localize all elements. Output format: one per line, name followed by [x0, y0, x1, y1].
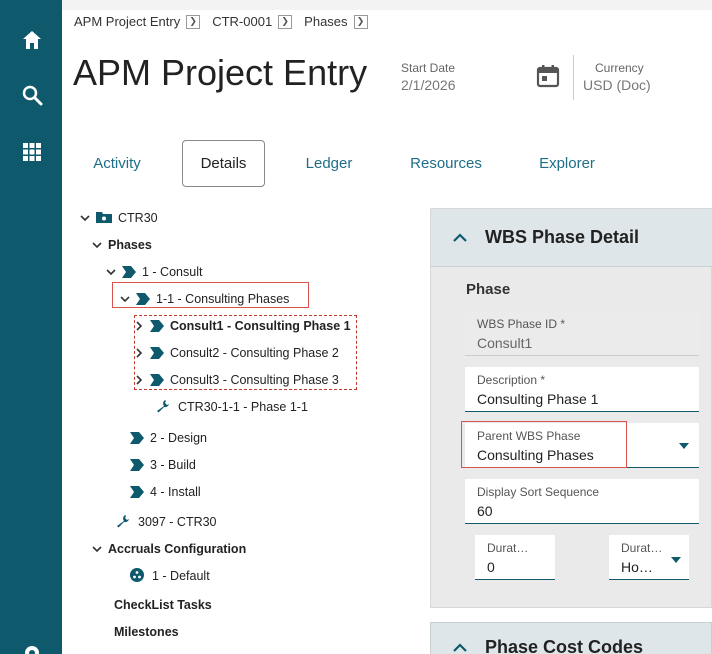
- field-label: Durat…: [487, 541, 529, 555]
- home-icon[interactable]: [19, 27, 45, 53]
- tree-label: 2 - Design: [150, 431, 207, 445]
- field-value: Consulting Phase 1: [477, 391, 599, 407]
- description-field[interactable]: Description * Consulting Phase 1: [465, 367, 699, 412]
- detail-panel-title: WBS Phase Detail: [485, 227, 640, 247]
- chevron-down-icon[interactable]: [104, 268, 118, 276]
- currency-value: USD (Doc): [583, 77, 651, 93]
- tree-node-phases[interactable]: Phases: [90, 235, 152, 255]
- dropdown-caret-icon[interactable]: [679, 443, 689, 449]
- tree-label: 3097 - CTR30: [138, 515, 217, 529]
- breadcrumb-item[interactable]: Phases ❯: [304, 14, 368, 29]
- tree-label: CheckList Tasks: [114, 598, 212, 612]
- tab-resources[interactable]: Resources: [398, 140, 494, 187]
- wbs-phase-id-field: WBS Phase ID * Consult1: [465, 311, 699, 356]
- duration-field[interactable]: Durat… 0: [475, 535, 555, 580]
- field-label: Description *: [477, 373, 546, 387]
- tree-node-install[interactable]: 4 - Install: [130, 482, 201, 502]
- tree-node-design[interactable]: 2 - Design: [130, 428, 207, 448]
- tab-details[interactable]: Details: [182, 140, 265, 187]
- field-value: Consult1: [477, 335, 533, 351]
- tree-label: 1 - Default: [152, 569, 210, 583]
- field-label: Durat…: [621, 541, 663, 555]
- tree-label: 4 - Install: [150, 485, 201, 499]
- chevron-up-icon[interactable]: [453, 642, 467, 652]
- tree-node-default[interactable]: 1 - Default: [130, 566, 210, 586]
- tree-node-milestones[interactable]: Milestones: [114, 622, 179, 642]
- window-top-edge: [0, 0, 712, 10]
- calendar-icon[interactable]: [535, 63, 561, 89]
- tab-ledger[interactable]: Ledger: [294, 140, 364, 187]
- highlight-box: [461, 421, 627, 468]
- detail-panel-header[interactable]: WBS Phase Detail: [431, 209, 712, 267]
- highlight-dashed-box: [134, 315, 357, 390]
- field-label: WBS Phase ID *: [477, 317, 566, 331]
- tree-node-build[interactable]: 3 - Build: [130, 455, 196, 475]
- tree-node-checklist[interactable]: CheckList Tasks: [114, 595, 212, 615]
- tree-label: 3 - Build: [150, 458, 196, 472]
- cost-codes-title: Phase Cost Codes: [485, 636, 644, 654]
- page-title: APM Project Entry: [73, 52, 368, 93]
- phase-tag-icon: [130, 459, 144, 471]
- field-value: 60: [477, 503, 493, 519]
- tree-label: CTR30: [118, 211, 158, 225]
- tree-node-resource[interactable]: 3097 - CTR30: [116, 512, 217, 532]
- navigation-rail: [0, 0, 62, 654]
- section-label: Phase: [466, 281, 511, 298]
- tree-node-task[interactable]: CTR30-1-1 - Phase 1-1: [156, 397, 308, 417]
- phase-tag-icon: [130, 432, 144, 444]
- wbs-phase-detail-panel: WBS Phase Detail Phase WBS Phase ID * Co…: [430, 208, 712, 608]
- start-date-label: Start Date: [401, 61, 456, 75]
- tree-label: Accruals Configuration: [108, 542, 247, 556]
- chevron-right-icon[interactable]: ❯: [353, 14, 368, 29]
- tree-node-consult[interactable]: 1 - Consult: [104, 262, 202, 282]
- highlight-box: [112, 282, 309, 308]
- breadcrumb-item[interactable]: CTR-0001 ❯: [212, 14, 293, 29]
- tree-label: 1 - Consult: [142, 265, 203, 279]
- field-value: 0: [487, 559, 495, 575]
- display-sort-sequence-field[interactable]: Display Sort Sequence 60: [465, 479, 699, 524]
- apps-grid-icon[interactable]: [19, 139, 45, 165]
- project-folder-icon: [96, 211, 112, 226]
- search-icon[interactable]: [19, 82, 45, 108]
- tree-node-accruals[interactable]: Accruals Configuration: [90, 539, 246, 559]
- breadcrumb-label: Phases: [304, 14, 348, 29]
- chevron-right-icon[interactable]: ❯: [186, 14, 201, 29]
- wrench-icon: [156, 399, 170, 416]
- chevron-down-icon[interactable]: [78, 214, 92, 222]
- field-label: Display Sort Sequence: [477, 485, 600, 499]
- duration-type-dropdown[interactable]: Durat… Ho…: [609, 535, 689, 580]
- wrench-icon: [116, 514, 130, 531]
- start-date-value: 2/1/2026: [401, 77, 456, 93]
- tab-explorer[interactable]: Explorer: [525, 140, 609, 187]
- tree-node-root[interactable]: CTR30: [78, 208, 158, 228]
- chevron-down-icon[interactable]: [90, 545, 104, 553]
- tree-label: CTR30-1-1 - Phase 1-1: [178, 400, 308, 414]
- phase-cost-codes-panel[interactable]: Phase Cost Codes: [430, 622, 712, 654]
- phase-tag-icon: [122, 266, 136, 278]
- chevron-right-icon[interactable]: ❯: [278, 14, 293, 29]
- breadcrumb-item[interactable]: APM Project Entry ❯: [74, 14, 201, 29]
- breadcrumb: APM Project Entry ❯ CTR-0001 ❯ Phases ❯: [74, 14, 380, 29]
- settings-gear-icon[interactable]: [19, 640, 45, 654]
- breadcrumb-label: APM Project Entry: [74, 14, 181, 29]
- breadcrumb-label: CTR-0001: [212, 14, 273, 29]
- tree-label: Phases: [108, 238, 152, 252]
- chevron-up-icon[interactable]: [453, 233, 467, 242]
- dropdown-caret-icon[interactable]: [671, 557, 681, 563]
- tab-activity[interactable]: Activity: [80, 140, 154, 187]
- phase-tag-icon: [130, 486, 144, 498]
- currency-label: Currency: [595, 61, 644, 75]
- recycle-icon: [130, 567, 144, 585]
- field-value: Ho…: [621, 559, 653, 575]
- header-divider: [573, 55, 574, 100]
- chevron-down-icon[interactable]: [90, 241, 104, 249]
- wbs-tree: CTR30 Phases 1 - Consult 1-1 - Consultin…: [74, 204, 422, 654]
- tree-label: Milestones: [114, 625, 179, 639]
